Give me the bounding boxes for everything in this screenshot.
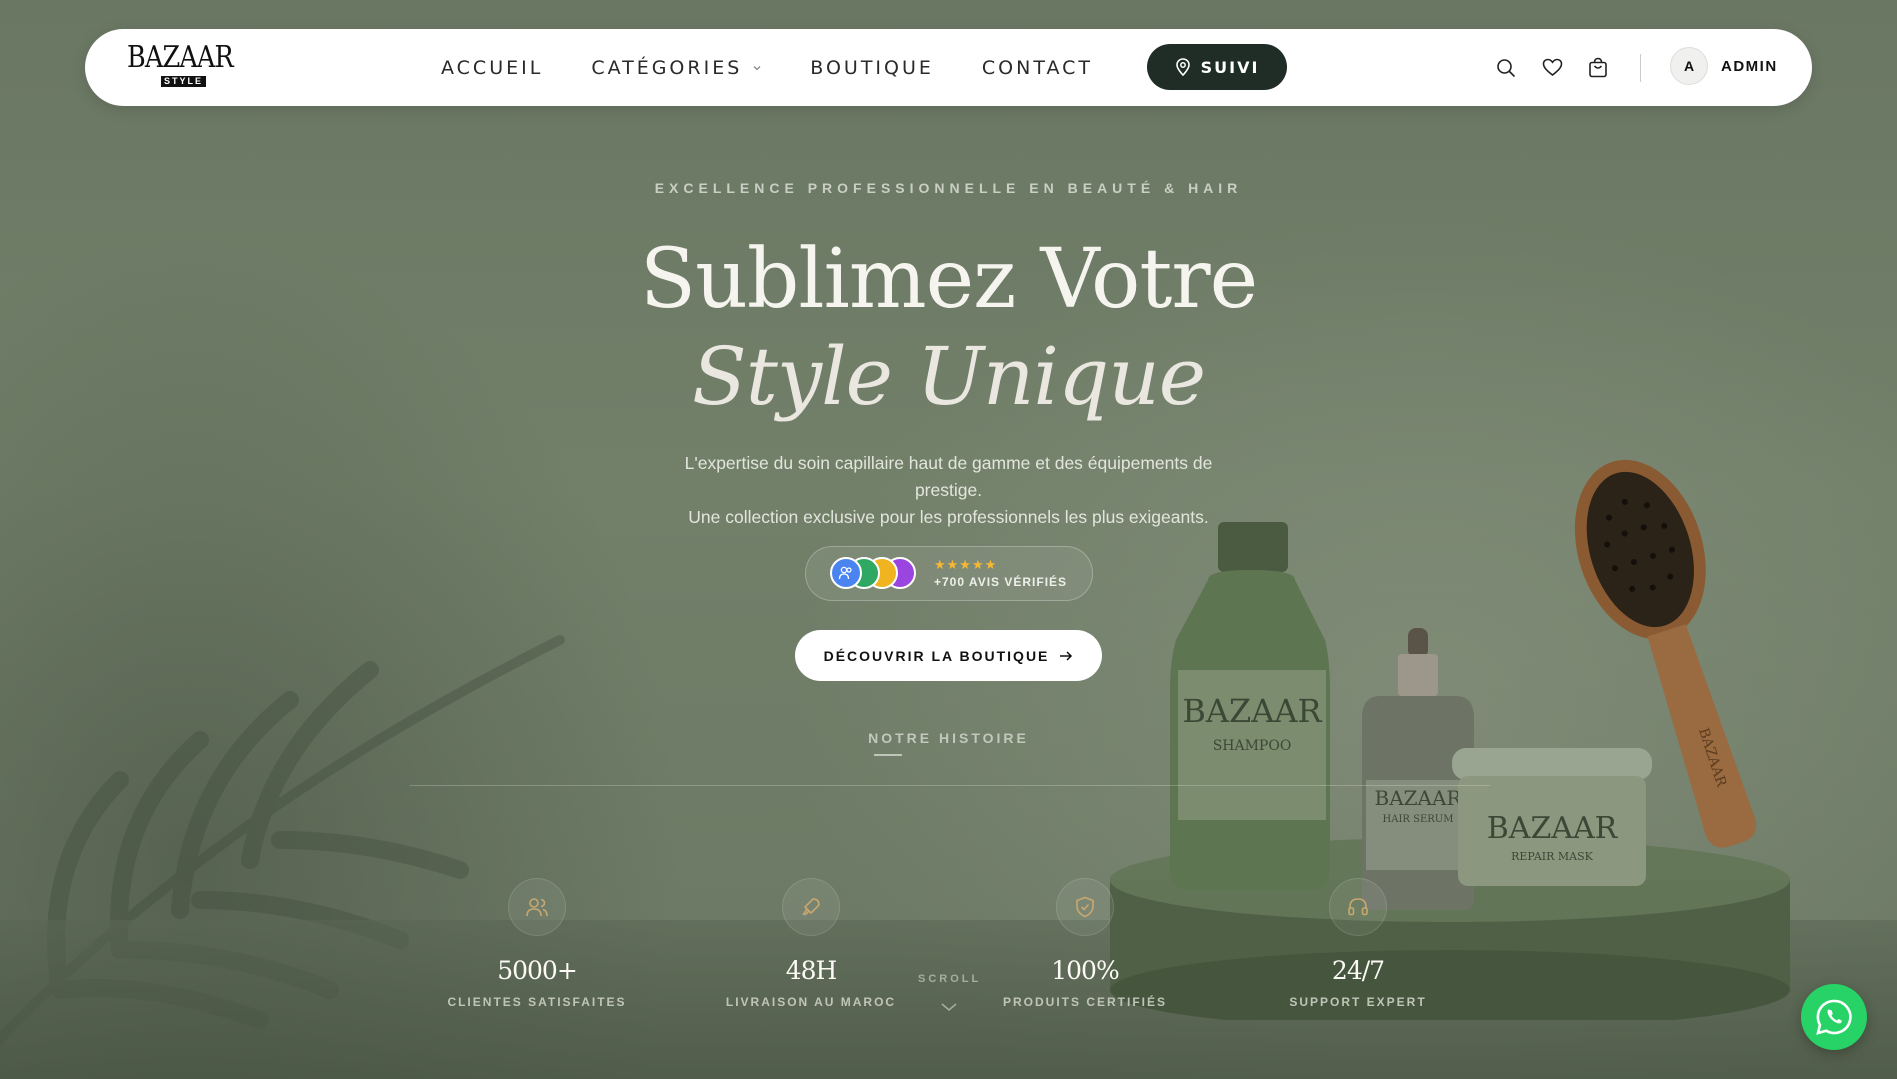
nav-link-categories[interactable]: CATÉGORIES bbox=[591, 57, 762, 79]
cart-icon[interactable] bbox=[1587, 57, 1609, 79]
serum-name: HAIR SERUM bbox=[1383, 814, 1454, 825]
mask-name: REPAIR MASK bbox=[1511, 850, 1594, 863]
stat-label: PRODUITS CERTIFIÉS bbox=[1002, 995, 1167, 1009]
stat-label: LIVRAISON AU MAROC bbox=[725, 995, 897, 1009]
nav-link-boutique[interactable]: BOUTIQUE bbox=[810, 57, 934, 79]
whatsapp-button[interactable] bbox=[1801, 984, 1867, 1050]
story-link-underline bbox=[874, 754, 902, 756]
hero-subtitle-line1: L'expertise du soin capillaire haut de g… bbox=[684, 453, 1213, 500]
chevron-down-icon bbox=[753, 65, 761, 70]
arrow-right-icon bbox=[1060, 650, 1073, 661]
tracking-button[interactable]: SUIVI bbox=[1147, 44, 1287, 90]
chevron-down-icon[interactable] bbox=[940, 1001, 958, 1013]
stat-value: 24/7 bbox=[1331, 956, 1385, 985]
stat-item: 5000+ CLIENTES SATISFAITES bbox=[407, 878, 667, 1009]
users-icon bbox=[838, 566, 852, 580]
avatar[interactable]: A bbox=[1670, 47, 1708, 85]
stat-label: CLIENTES SATISFAITES bbox=[447, 995, 627, 1009]
hero-title-line2: Style Unique bbox=[691, 330, 1206, 423]
stat-item: 100% PRODUITS CERTIFIÉS bbox=[955, 878, 1215, 1009]
logo-text: BAZAAR bbox=[127, 40, 234, 75]
headphones-icon bbox=[1329, 878, 1387, 936]
nav-link-categories-label: CATÉGORIES bbox=[591, 56, 743, 79]
stat-value: 5000+ bbox=[497, 956, 578, 985]
stat-item: 48H LIVRAISON AU MAROC bbox=[681, 878, 941, 1009]
serum-brand: BAZAAR bbox=[1375, 786, 1463, 810]
nav-link-contact[interactable]: CONTACT bbox=[982, 57, 1093, 79]
hero-eyebrow: EXCELLENCE PROFESSIONNELLE EN BEAUTÉ & H… bbox=[654, 180, 1243, 196]
hero-subtitle: L'expertise du soin capillaire haut de g… bbox=[660, 450, 1237, 531]
shield-check-icon bbox=[1056, 878, 1114, 936]
whatsapp-icon bbox=[1816, 999, 1852, 1035]
nav-link-accueil[interactable]: ACCUEIL bbox=[441, 57, 543, 79]
tracking-button-label: SUIVI bbox=[1200, 57, 1260, 77]
rating-stars: ★★★★★ bbox=[934, 557, 998, 572]
nav-divider bbox=[1640, 54, 1641, 82]
logo-subtext: STYLE bbox=[161, 76, 207, 87]
users-icon bbox=[508, 878, 566, 936]
map-pin-icon bbox=[1175, 58, 1190, 76]
reviews-badge: ★★★★★ +700 AVIS VÉRIFIÉS bbox=[805, 546, 1093, 601]
hero-subtitle-line2: Une collection exclusive pour les profes… bbox=[688, 507, 1209, 527]
stat-value: 100% bbox=[1051, 956, 1119, 985]
heart-icon[interactable] bbox=[1541, 57, 1563, 79]
shampoo-brand: BAZAAR bbox=[1182, 692, 1322, 730]
nav-icons bbox=[1495, 29, 1609, 106]
brand-logo[interactable]: BAZAAR STYLE bbox=[127, 43, 237, 91]
hero-title-line1: Sublimez Votre bbox=[639, 232, 1258, 327]
rocket-icon bbox=[782, 878, 840, 936]
nav-links: ACCUEIL CATÉGORIES BOUTIQUE CONTACT bbox=[441, 29, 1093, 106]
scroll-indicator-label: SCROLL bbox=[918, 973, 982, 985]
discover-shop-label: DÉCOUVRIR LA BOUTIQUE bbox=[823, 647, 1050, 664]
reviewer-avatar bbox=[830, 557, 862, 589]
navbar: BAZAAR STYLE ACCUEIL CATÉGORIES BOUTIQUE… bbox=[85, 29, 1812, 106]
reviews-count: +700 AVIS VÉRIFIÉS bbox=[934, 575, 1068, 589]
reviewer-avatars bbox=[830, 557, 920, 591]
user-name[interactable]: ADMIN bbox=[1721, 58, 1778, 75]
story-link[interactable]: NOTRE HISTOIRE bbox=[0, 730, 1897, 746]
discover-shop-button[interactable]: DÉCOUVRIR LA BOUTIQUE bbox=[795, 630, 1102, 681]
stat-value: 48H bbox=[785, 956, 838, 985]
search-icon[interactable] bbox=[1495, 57, 1517, 79]
stat-item: 24/7 SUPPORT EXPERT bbox=[1228, 878, 1488, 1009]
section-divider bbox=[410, 785, 1490, 786]
stat-label: SUPPORT EXPERT bbox=[1289, 995, 1427, 1009]
mask-brand: BAZAAR bbox=[1487, 811, 1619, 846]
